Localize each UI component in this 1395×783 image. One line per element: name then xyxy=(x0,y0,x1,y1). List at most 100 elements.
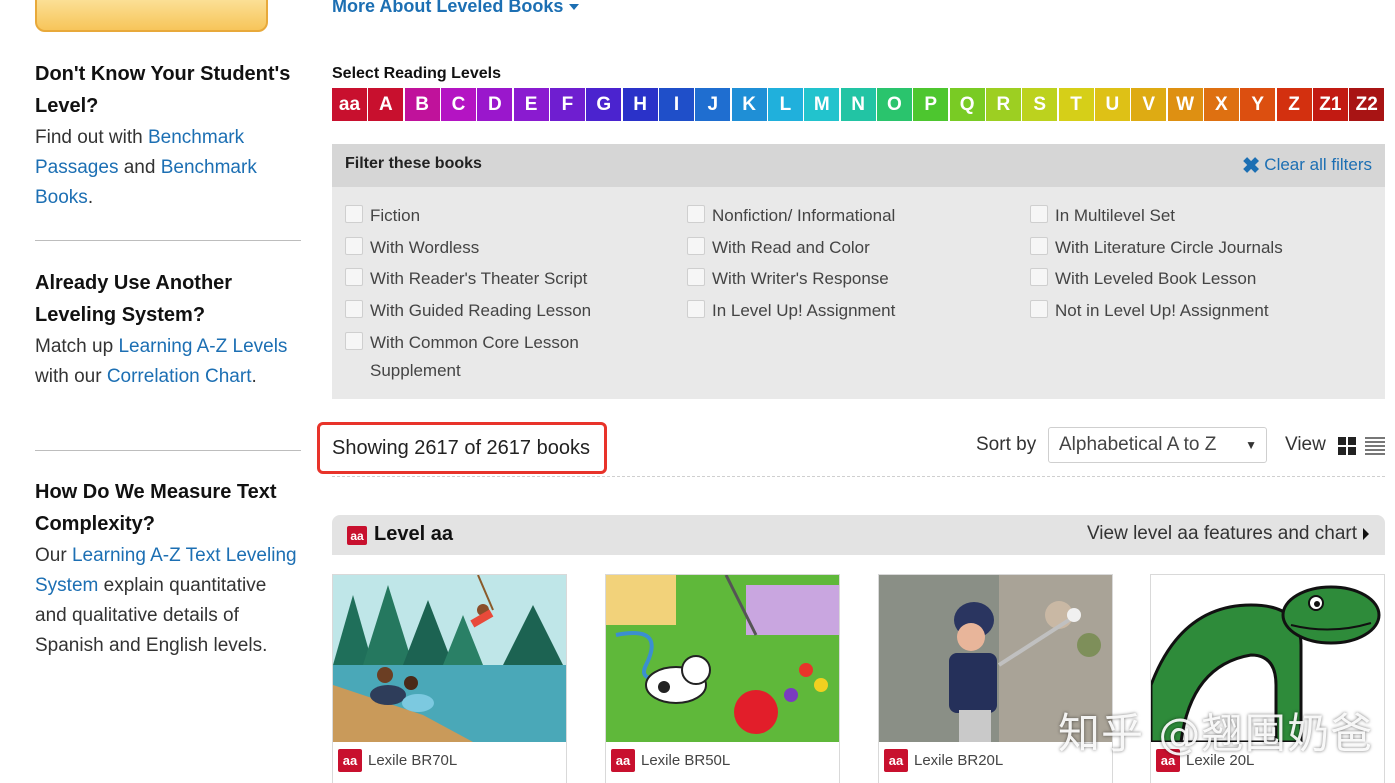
level-button-t[interactable]: T xyxy=(1058,88,1094,121)
learning-az-levels-link[interactable]: Learning A-Z Levels xyxy=(118,336,287,357)
book-card[interactable]: aa Lexile BR50L xyxy=(605,574,840,783)
view-level-features-link[interactable]: View level aa features and chart xyxy=(1087,523,1369,545)
book-lexile: aa Lexile BR50L xyxy=(611,749,730,772)
book-card[interactable]: aa Lexile BR70L xyxy=(332,574,567,783)
filter-label: Not in Level Up! Assignment xyxy=(1055,301,1269,321)
level-button-u[interactable]: U xyxy=(1094,88,1130,121)
level-button-r[interactable]: R xyxy=(985,88,1021,121)
caret-right-icon xyxy=(1363,528,1369,540)
filter-option[interactable]: Fiction xyxy=(345,202,645,234)
filter-checkbox[interactable] xyxy=(1030,236,1048,255)
filter-checkbox[interactable] xyxy=(1030,300,1048,319)
filter-checkbox[interactable] xyxy=(345,300,363,319)
filter-option[interactable]: With Reader's Theater Script xyxy=(345,265,645,297)
filter-option[interactable]: With Writer's Response xyxy=(687,265,1007,297)
filter-label: With Leveled Book Lesson xyxy=(1055,269,1257,289)
level-button-d[interactable]: D xyxy=(477,88,513,121)
level-badge: aa xyxy=(347,526,367,545)
filter-option[interactable]: With Literature Circle Journals xyxy=(1030,234,1360,266)
level-button-y[interactable]: Y xyxy=(1240,88,1276,121)
level-button-i[interactable]: I xyxy=(658,88,694,121)
book-lexile: aa Lexile BR70L xyxy=(338,749,457,772)
filter-checkbox[interactable] xyxy=(345,331,363,350)
filter-option[interactable]: With Guided Reading Lesson xyxy=(345,297,645,329)
sidebar-heading: Don't Know Your Student's Level? xyxy=(35,63,291,117)
level-button-m[interactable]: M xyxy=(804,88,840,121)
filter-option[interactable]: Not in Level Up! Assignment xyxy=(1030,297,1360,329)
filter-option[interactable]: With Wordless xyxy=(345,234,645,266)
level-button-j[interactable]: J xyxy=(695,88,731,121)
level-button-g[interactable]: G xyxy=(586,88,622,121)
filter-checkbox[interactable] xyxy=(345,205,363,223)
level-button-v[interactable]: V xyxy=(1131,88,1167,121)
book-cover-image[interactable] xyxy=(333,575,566,742)
filter-column-3: In Multilevel Set With Literature Circle … xyxy=(1030,202,1360,329)
sidebar-divider xyxy=(35,240,301,241)
level-button-o[interactable]: O xyxy=(876,88,912,121)
filter-checkbox[interactable] xyxy=(687,268,705,287)
more-about-leveled-books-dropdown[interactable]: More About Leveled Books xyxy=(332,0,580,17)
level-button-x[interactable]: X xyxy=(1203,88,1239,121)
level-button-l[interactable]: L xyxy=(767,88,803,121)
close-icon: ✖ xyxy=(1241,152,1261,178)
leveling-system-logo[interactable] xyxy=(35,0,268,32)
level-badge: aa xyxy=(884,749,908,772)
filter-panel: Filter these books ✖ Clear all filters Fi… xyxy=(332,144,1385,399)
list-view-icon[interactable] xyxy=(1365,437,1385,455)
filter-checkbox[interactable] xyxy=(345,236,363,255)
filter-checkbox[interactable] xyxy=(1030,205,1048,223)
filter-column-2: Nonfiction/ Informational With Read and C… xyxy=(687,202,1007,329)
filter-panel-header: Filter these books ✖ Clear all filters xyxy=(332,144,1385,187)
level-button-b[interactable]: B xyxy=(404,88,440,121)
filter-label: Fiction xyxy=(370,206,421,225)
book-lexile: aa Lexile BR20L xyxy=(884,749,1003,772)
filter-option[interactable]: With Leveled Book Lesson xyxy=(1030,265,1360,297)
correlation-chart-link[interactable]: Correlation Chart xyxy=(107,366,252,387)
dropdown-arrow-icon: ▼ xyxy=(1245,438,1257,452)
filter-checkbox[interactable] xyxy=(687,205,705,223)
level-button-n[interactable]: N xyxy=(840,88,876,121)
level-button-aa[interactable]: aa xyxy=(332,88,367,121)
filter-column-1: Fiction With Wordless With Reader's Theate… xyxy=(345,202,645,380)
level-button-q[interactable]: Q xyxy=(949,88,985,121)
level-button-k[interactable]: K xyxy=(731,88,767,121)
level-section-header: aa Level aa View level aa features and c… xyxy=(332,515,1385,555)
filter-checkbox[interactable] xyxy=(687,300,705,319)
filter-option[interactable]: With Read and Color xyxy=(687,234,1007,266)
filter-label: With Read and Color xyxy=(712,237,870,257)
level-button-w[interactable]: W xyxy=(1167,88,1203,121)
level-button-z1[interactable]: Z1 xyxy=(1312,88,1348,121)
sidebar-text: Match up Learning A-Z Levels with our Co… xyxy=(35,336,288,387)
reading-levels-title: Select Reading Levels xyxy=(332,65,501,82)
level-button-f[interactable]: F xyxy=(549,88,585,121)
sidebar-heading: Already Use Another Leveling System? xyxy=(35,272,233,326)
watermark: 知乎 @翘囤奶爸 xyxy=(1058,709,1374,758)
filter-checkbox[interactable] xyxy=(345,268,363,287)
book-cover-image[interactable] xyxy=(606,575,839,742)
level-button-s[interactable]: S xyxy=(1022,88,1058,121)
filter-label: In Level Up! Assignment xyxy=(712,301,896,321)
level-button-label: aa xyxy=(333,89,366,120)
sidebar-section-another-system: Already Use Another Leveling System? Mat… xyxy=(35,267,301,392)
level-badge: aa xyxy=(611,749,635,772)
filter-option[interactable]: In Level Up! Assignment xyxy=(687,297,1007,329)
level-button-z[interactable]: Z xyxy=(1276,88,1312,121)
filter-option[interactable]: In Multilevel Set xyxy=(1030,202,1360,234)
level-button-h[interactable]: H xyxy=(622,88,658,121)
reading-level-selector: aa A B C D E F G H I J K L M N O P Q R S T U V W X Y Z Z1 Z2 xyxy=(332,88,1386,121)
sidebar-heading: How Do We Measure Text Complexity? xyxy=(35,481,277,535)
filter-option[interactable]: Nonfiction/ Informational xyxy=(687,202,1007,234)
filter-checkbox[interactable] xyxy=(1030,268,1048,287)
level-button-p[interactable]: P xyxy=(913,88,949,121)
sidebar-divider xyxy=(35,450,301,451)
level-button-c[interactable]: C xyxy=(440,88,476,121)
view-label: View xyxy=(1285,434,1326,455)
grid-view-icon[interactable] xyxy=(1338,437,1356,455)
filter-option[interactable]: With Common Core Lesson Supplement xyxy=(345,329,645,380)
level-button-a[interactable]: A xyxy=(368,88,404,121)
filter-checkbox[interactable] xyxy=(687,236,705,255)
level-button-z2[interactable]: Z2 xyxy=(1349,88,1385,121)
level-button-e[interactable]: E xyxy=(513,88,549,121)
sort-select[interactable]: Alphabetical A to Z ▼ xyxy=(1048,427,1267,463)
clear-all-filters-button[interactable]: ✖ Clear all filters xyxy=(1241,152,1372,178)
